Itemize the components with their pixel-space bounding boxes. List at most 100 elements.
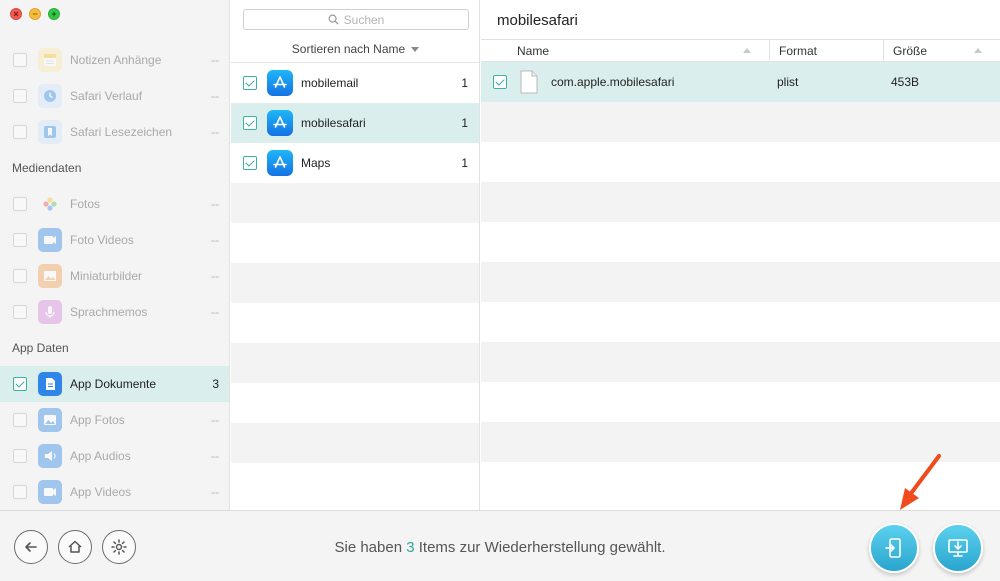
sort-ascending-icon xyxy=(974,48,982,53)
checkbox[interactable] xyxy=(243,116,257,130)
file-size: 453B xyxy=(891,75,920,89)
checkbox[interactable] xyxy=(13,89,27,103)
empty-row xyxy=(481,102,1000,142)
checkbox[interactable] xyxy=(13,233,27,247)
sidebar-item-app-fotos[interactable]: App Fotos -- xyxy=(0,402,229,438)
status-prefix: Sie haben xyxy=(334,539,407,556)
maximize-window-button[interactable]: + xyxy=(48,8,60,20)
item-count: -- xyxy=(211,305,219,319)
restore-to-device-icon xyxy=(885,538,901,558)
empty-row xyxy=(231,223,479,263)
app-store-icon xyxy=(267,150,293,176)
checkbox[interactable] xyxy=(13,377,27,391)
section-header-app-daten: App Daten xyxy=(12,341,69,355)
file-icon xyxy=(520,70,538,94)
empty-row xyxy=(481,462,1000,502)
sort-dropdown[interactable]: Sortieren nach Name xyxy=(231,42,479,56)
sidebar-item-sprachmemos[interactable]: Sprachmemos -- xyxy=(0,294,229,330)
app-count: 1 xyxy=(461,156,468,170)
sidebar-item-app-videos[interactable]: App Videos -- xyxy=(0,474,229,510)
column-header-size[interactable]: Größe xyxy=(883,40,1000,61)
sidebar-item-label: App Dokumente xyxy=(70,377,157,391)
column-header-format[interactable]: Format xyxy=(769,40,883,61)
photo-videos-icon xyxy=(38,228,62,252)
app-store-icon xyxy=(267,110,293,136)
app-count: 1 xyxy=(461,116,468,130)
checkbox[interactable] xyxy=(13,305,27,319)
checkbox[interactable] xyxy=(13,269,27,283)
table-row[interactable]: com.apple.mobilesafari plist 453B xyxy=(481,62,1000,102)
item-count: -- xyxy=(211,485,219,499)
sidebar-item-miniaturbilder[interactable]: Miniaturbilder -- xyxy=(0,258,229,294)
category-list: Notizen Anhänge -- Safari Verlauf -- Saf… xyxy=(0,42,229,510)
sidebar-item-label: App Fotos xyxy=(70,413,125,427)
table-header: Name Format Größe xyxy=(481,39,1000,62)
empty-row xyxy=(481,382,1000,422)
sidebar-item-safari-verlauf[interactable]: Safari Verlauf -- xyxy=(0,78,229,114)
sort-ascending-icon xyxy=(743,48,751,53)
sidebar-item-app-dokumente[interactable]: App Dokumente 3 xyxy=(0,366,229,402)
restore-to-device-button[interactable] xyxy=(869,523,919,573)
checkbox[interactable] xyxy=(13,125,27,139)
app-row-maps[interactable]: Maps 1 xyxy=(231,143,479,183)
sidebar-item-label: App Audios xyxy=(70,449,131,463)
item-count: -- xyxy=(211,125,219,139)
checkbox[interactable] xyxy=(493,75,507,89)
home-button[interactable] xyxy=(58,530,92,564)
empty-row xyxy=(231,303,479,343)
search-icon xyxy=(328,14,339,25)
checkbox[interactable] xyxy=(13,53,27,67)
sidebar-item-label: App Videos xyxy=(70,485,132,499)
checkbox[interactable] xyxy=(13,197,27,211)
sidebar-item-label: Fotos xyxy=(70,197,101,211)
column-header-name[interactable]: Name xyxy=(481,40,769,61)
checkbox[interactable] xyxy=(13,485,27,499)
empty-row xyxy=(481,302,1000,342)
sidebar-item-fotos[interactable]: Fotos -- xyxy=(0,186,229,222)
restore-to-computer-button[interactable] xyxy=(933,523,983,573)
arrow-left-icon xyxy=(25,542,37,552)
back-button[interactable] xyxy=(14,530,48,564)
empty-row xyxy=(481,142,1000,182)
app-name: Maps xyxy=(301,156,331,170)
checkbox[interactable] xyxy=(13,449,27,463)
empty-row xyxy=(481,342,1000,382)
item-count: -- xyxy=(211,197,219,211)
sidebar-item-app-audios[interactable]: App Audios -- xyxy=(0,438,229,474)
file-name: com.apple.mobilesafari xyxy=(551,75,675,89)
empty-row xyxy=(231,183,479,223)
sidebar-item-label: Safari Lesezeichen xyxy=(70,125,173,139)
settings-button[interactable] xyxy=(102,530,136,564)
item-count: -- xyxy=(211,89,219,103)
empty-row xyxy=(231,423,479,463)
item-count: -- xyxy=(211,53,219,67)
sidebar-item-label: Miniaturbilder xyxy=(70,269,143,283)
empty-row xyxy=(231,343,479,383)
chevron-down-icon xyxy=(411,47,420,53)
app-store-icon xyxy=(267,70,293,96)
sidebar-item-label: Notizen Anhänge xyxy=(70,53,162,67)
panel-title: mobilesafari xyxy=(497,12,578,29)
file-table: com.apple.mobilesafari plist 453B xyxy=(481,62,1000,502)
item-count: -- xyxy=(211,269,219,283)
sidebar-item-foto-videos[interactable]: Foto Videos -- xyxy=(0,222,229,258)
empty-row xyxy=(231,463,479,503)
gear-icon xyxy=(111,539,127,555)
app-photos-icon xyxy=(38,408,62,432)
checkbox[interactable] xyxy=(243,76,257,90)
app-row-mobilesafari[interactable]: mobilesafari 1 xyxy=(231,103,479,143)
search-placeholder: Suchen xyxy=(343,12,385,27)
app-row-mobilemail[interactable]: mobilemail 1 xyxy=(231,63,479,103)
app-videos-icon xyxy=(38,480,62,504)
sidebar-item-notizen-anhaenge[interactable]: Notizen Anhänge -- xyxy=(0,42,229,78)
item-count: -- xyxy=(211,233,219,247)
checkbox[interactable] xyxy=(13,413,27,427)
item-count: 3 xyxy=(212,377,219,391)
sidebar-item-label: Foto Videos xyxy=(70,233,134,247)
file-format: plist xyxy=(777,75,799,89)
checkbox[interactable] xyxy=(243,156,257,170)
close-window-button[interactable]: × xyxy=(10,8,22,20)
sidebar-item-safari-lesezeichen[interactable]: Safari Lesezeichen -- xyxy=(0,114,229,150)
minimize-window-button[interactable]: − xyxy=(29,8,41,20)
search-input[interactable]: Suchen xyxy=(243,9,469,30)
